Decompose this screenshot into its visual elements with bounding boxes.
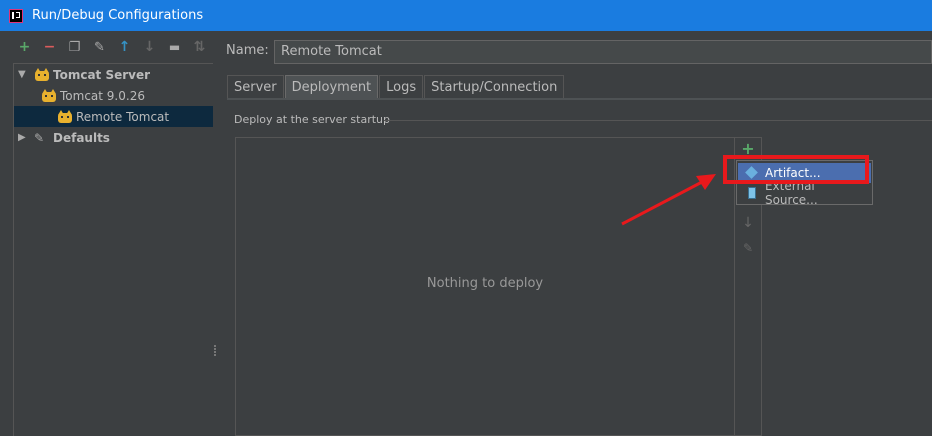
tab-logs[interactable]: Logs [379,75,424,99]
deployment-list[interactable]: Nothing to deploy [235,137,735,436]
tab-deployment[interactable]: Deployment [284,75,379,99]
arrow-down-icon[interactable]: ↓ [141,39,158,56]
tree-item-tomcat-9[interactable]: Tomcat 9.0.26 [14,85,213,106]
tree-item-label: Tomcat 9.0.26 [60,88,145,103]
wrench-icon[interactable]: ✎ [91,39,108,56]
copy-icon[interactable]: ❐ [66,39,83,56]
tab-divider [227,98,932,100]
name-field[interactable]: Remote Tomcat [274,40,932,64]
expand-arrow-icon[interactable]: ▼ [18,69,28,80]
menu-item-external-source[interactable]: External Source... [738,179,871,207]
tomcat-icon [34,67,50,82]
folder-icon[interactable]: ▬ [166,39,183,56]
tree-item-remote-tomcat[interactable]: Remote Tomcat [14,106,213,127]
tomcat-icon [41,88,57,103]
group-divider [384,120,932,121]
highlight-box [723,155,869,184]
add-icon[interactable]: + [741,139,755,158]
wrench-icon: ✎ [34,130,45,145]
config-toolbar: + − ❐ ✎ ↑ ↓ ▬ ⇅ [0,31,218,63]
plus-icon[interactable]: + [16,39,33,56]
group-title: Deploy at the server startup [234,113,391,126]
tree-item-label: Tomcat Server [53,67,151,82]
tab-startup-connection[interactable]: Startup/Connection [424,75,565,99]
tomcat-icon [57,109,73,124]
move-down-icon[interactable]: ↓ [741,215,755,231]
archive-icon [746,187,758,199]
tree-item-tomcat-server[interactable]: ▼ Tomcat Server [14,64,213,85]
title-bar: Run/Debug Configurations [0,0,932,31]
minus-icon[interactable]: − [41,39,58,56]
collapse-arrow-icon[interactable]: ▶ [18,132,28,143]
arrow-up-icon[interactable]: ↑ [116,39,133,56]
tree-item-label: Remote Tomcat [76,109,170,124]
tree-item-label: Defaults [53,130,110,145]
window-title: Run/Debug Configurations [32,8,204,23]
empty-list-text: Nothing to deploy [426,276,544,291]
edit-icon[interactable]: ✎ [741,241,755,255]
config-tabs: Server Deployment Logs Startup/Connectio… [227,75,565,99]
intellij-app-icon [9,8,23,23]
splitter-handle[interactable] [214,344,218,358]
tab-server[interactable]: Server [227,75,284,99]
tree-item-defaults[interactable]: ▶ ✎ Defaults [14,127,213,148]
sort-icon[interactable]: ⇅ [191,39,208,56]
name-label: Name: [226,43,269,58]
config-tree: ▼ Tomcat Server Tomcat 9.0.26 Remote Tom… [13,63,213,436]
